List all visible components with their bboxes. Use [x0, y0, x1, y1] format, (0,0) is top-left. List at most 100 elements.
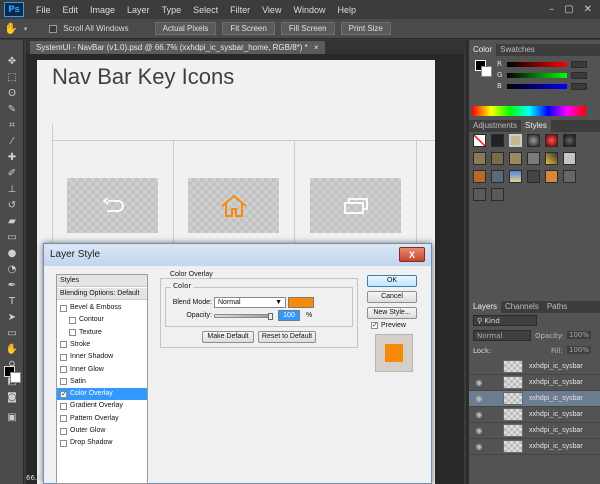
- home-key-icon-tile[interactable]: [188, 178, 279, 233]
- tool-preset-dropdown[interactable]: ▾: [24, 25, 28, 33]
- style-swatch[interactable]: [473, 134, 486, 147]
- back-key-icon-tile[interactable]: [67, 178, 158, 233]
- effect-item[interactable]: Stroke: [57, 339, 147, 351]
- effect-item[interactable]: Satin: [57, 376, 147, 388]
- menu-window[interactable]: Window: [287, 5, 331, 15]
- preview-checkbox-row[interactable]: ✓ Preview: [371, 322, 406, 329]
- style-swatch[interactable]: [491, 134, 504, 147]
- ok-button[interactable]: OK: [367, 275, 417, 287]
- layer-row[interactable]: ◉ xxhdpi_ic_sysbar: [469, 423, 600, 439]
- layer-row[interactable]: ◉ xxhdpi_ic_sysbar: [469, 375, 600, 391]
- effect-checkbox[interactable]: [60, 366, 67, 373]
- effect-item[interactable]: ✓ Color Overlay: [57, 388, 147, 401]
- style-swatch[interactable]: [473, 170, 486, 183]
- style-swatch[interactable]: [509, 152, 522, 165]
- effect-item[interactable]: Pattern Overlay: [57, 413, 147, 425]
- style-swatch[interactable]: [509, 170, 522, 183]
- scroll-all-windows-checkbox[interactable]: [49, 24, 58, 33]
- layer-filter-kind[interactable]: ⚲ Kind: [473, 315, 537, 326]
- style-swatch[interactable]: [491, 170, 504, 183]
- shape-tool-icon[interactable]: ▭: [5, 328, 19, 340]
- blur-tool-icon[interactable]: ●: [5, 248, 19, 260]
- styles-list-header[interactable]: Styles: [57, 275, 147, 287]
- menu-image[interactable]: Image: [84, 5, 121, 15]
- dodge-tool-icon[interactable]: ◔: [5, 264, 19, 276]
- tab-color[interactable]: Color: [469, 44, 497, 56]
- quick-mask-icon[interactable]: ◙: [5, 392, 19, 404]
- spectrum-bar[interactable]: [472, 106, 586, 116]
- cancel-button[interactable]: Cancel: [367, 291, 417, 303]
- effect-item[interactable]: Bevel & Emboss: [57, 302, 147, 314]
- effect-item[interactable]: Outer Glow: [57, 425, 147, 437]
- effect-checkbox[interactable]: [60, 427, 67, 435]
- effect-checkbox[interactable]: [69, 329, 76, 337]
- dialog-close-button[interactable]: X: [399, 247, 425, 262]
- style-swatch[interactable]: [545, 170, 558, 183]
- effect-item[interactable]: Drop Shadow: [57, 437, 147, 449]
- layer-row-selected[interactable]: ◉ xxhdpi_ic_sysbar: [469, 391, 600, 407]
- eyedropper-tool-icon[interactable]: ⁄: [5, 136, 19, 148]
- healing-brush-tool-icon[interactable]: ✚: [5, 152, 19, 164]
- hand-tool-icon[interactable]: ✋: [4, 22, 18, 35]
- effect-checkbox[interactable]: [60, 304, 67, 312]
- lasso-tool-icon[interactable]: ʘ: [5, 88, 19, 100]
- eye-icon[interactable]: ◉: [469, 442, 489, 451]
- style-swatch[interactable]: [491, 188, 504, 201]
- effect-item[interactable]: Texture: [57, 327, 147, 339]
- effect-item[interactable]: Inner Shadow: [57, 351, 147, 363]
- style-swatch[interactable]: [545, 134, 558, 147]
- layer-fill-value[interactable]: 100%: [567, 346, 592, 354]
- blue-slider[interactable]: B: [497, 82, 587, 90]
- effect-checkbox[interactable]: [60, 402, 67, 410]
- style-swatch[interactable]: [509, 134, 522, 147]
- menu-view[interactable]: View: [256, 5, 287, 15]
- style-swatch[interactable]: [527, 134, 540, 147]
- eye-icon[interactable]: ◉: [469, 410, 489, 419]
- effect-item[interactable]: Inner Glow: [57, 364, 147, 376]
- effect-checkbox[interactable]: [60, 353, 67, 361]
- blend-mode-select[interactable]: Normal ▼: [214, 297, 286, 308]
- tab-styles[interactable]: Styles: [521, 120, 551, 132]
- tab-paths[interactable]: Paths: [543, 301, 571, 313]
- style-swatch[interactable]: [491, 152, 504, 165]
- actual-pixels-button[interactable]: Actual Pixels: [154, 22, 217, 35]
- quick-select-tool-icon[interactable]: ✎: [5, 104, 19, 116]
- blending-options-item[interactable]: Blending Options: Default: [57, 288, 147, 300]
- effect-checkbox[interactable]: [60, 378, 67, 386]
- effect-checkbox[interactable]: [69, 316, 76, 324]
- opacity-slider-thumb[interactable]: [268, 313, 273, 320]
- minimize-button[interactable]: –: [549, 4, 554, 15]
- layer-row[interactable]: xxhdpi_ic_sysbar: [469, 359, 600, 375]
- close-tab-icon[interactable]: ×: [314, 43, 319, 52]
- tab-layers[interactable]: Layers: [469, 301, 502, 313]
- brush-tool-icon[interactable]: ✐: [5, 168, 19, 180]
- history-brush-tool-icon[interactable]: ↺: [5, 200, 19, 212]
- eye-icon[interactable]: ◉: [469, 378, 489, 387]
- type-tool-icon[interactable]: T: [5, 296, 19, 308]
- recents-key-icon-tile[interactable]: [310, 178, 401, 233]
- menu-type[interactable]: Type: [156, 5, 188, 15]
- path-select-tool-icon[interactable]: ➤: [5, 312, 19, 324]
- green-slider[interactable]: G: [497, 71, 587, 79]
- screen-mode-icon[interactable]: ▣: [5, 412, 19, 424]
- style-swatch[interactable]: [563, 152, 576, 165]
- clone-stamp-tool-icon[interactable]: ⊥: [5, 184, 19, 196]
- menu-help[interactable]: Help: [331, 5, 362, 15]
- hand-tool-icon-side[interactable]: ✋: [5, 344, 19, 356]
- effect-item[interactable]: Gradient Overlay: [57, 400, 147, 412]
- maximize-button[interactable]: ▢: [564, 4, 573, 15]
- move-tool-icon[interactable]: ✥: [5, 56, 19, 68]
- overlay-color-swatch[interactable]: [288, 297, 314, 308]
- effect-checkbox[interactable]: [60, 341, 67, 349]
- gradient-tool-icon[interactable]: ▭: [5, 232, 19, 244]
- print-size-button[interactable]: Print Size: [340, 22, 391, 35]
- style-swatch[interactable]: [545, 152, 558, 165]
- style-swatch[interactable]: [563, 170, 576, 183]
- style-swatch[interactable]: [563, 134, 576, 147]
- pen-tool-icon[interactable]: ✒: [5, 280, 19, 292]
- menu-edit[interactable]: Edit: [57, 5, 85, 15]
- fit-screen-button[interactable]: Fit Screen: [222, 22, 275, 35]
- reset-to-default-button[interactable]: Reset to Default: [258, 331, 316, 343]
- new-style-button[interactable]: New Style...: [367, 307, 417, 319]
- eye-icon[interactable]: ◉: [469, 426, 489, 435]
